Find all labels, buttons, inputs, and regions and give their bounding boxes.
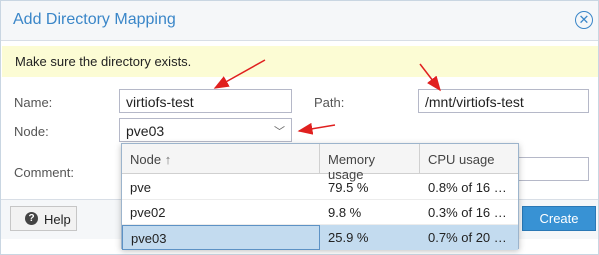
table-row[interactable]: pve 79.5 % 0.8% of 16 … [122, 175, 518, 200]
add-directory-mapping-dialog: Add Directory Mapping ✕ Make sure the di… [0, 0, 599, 255]
column-header-node-label: Node [130, 152, 162, 167]
column-header-memory[interactable]: Memory usage [320, 144, 420, 182]
column-header-node[interactable]: Node ↑ [122, 144, 320, 174]
row-node: pve02 [130, 205, 166, 220]
question-icon: ? [25, 212, 38, 225]
comment-label: Comment: [14, 165, 74, 180]
chevron-down-icon[interactable]: ﹀ [274, 123, 285, 139]
node-select[interactable]: pve03 ﹀ [119, 118, 292, 142]
table-row[interactable]: pve02 9.8 % 0.3% of 16 … [122, 200, 518, 225]
table-row[interactable]: pve03 25.9 % 0.7% of 20 … [122, 225, 518, 250]
name-field[interactable]: virtiofs-test [119, 89, 292, 113]
row-node: pve03 [122, 225, 320, 250]
grid-header: Node ↑ Memory usage CPU usage [122, 144, 518, 182]
notice-text: Make sure the directory exists. [15, 54, 192, 69]
comment-field[interactable] [519, 157, 589, 181]
path-field-value: /mnt/virtiofs-test [425, 94, 524, 110]
row-memory: 9.8 % [328, 205, 362, 220]
path-label: Path: [314, 95, 345, 110]
name-label: Name: [14, 95, 53, 110]
row-cpu: 0.3% of 16 … [428, 205, 507, 220]
node-label: Node: [14, 124, 49, 139]
row-memory: 79.5 % [328, 180, 369, 195]
row-cpu: 0.7% of 20 … [428, 230, 507, 245]
dialog-titlebar: Add Directory Mapping ✕ [1, 1, 598, 41]
create-button[interactable]: Create [522, 206, 596, 231]
help-button[interactable]: ? Help [10, 206, 77, 231]
node-dropdown-grid: Node ↑ Memory usage CPU usage pve 79.5 %… [121, 143, 519, 250]
help-button-label: Help [44, 212, 71, 227]
column-header-cpu-label: CPU usage [428, 152, 495, 167]
name-field-value: virtiofs-test [126, 94, 194, 110]
column-header-cpu[interactable]: CPU usage [420, 144, 518, 174]
node-select-value: pve03 [126, 123, 165, 139]
notice-banner: Make sure the directory exists. [2, 46, 598, 77]
dialog-title: Add Directory Mapping [13, 11, 176, 28]
sort-arrow-up-icon: ↑ [164, 152, 172, 167]
path-field[interactable]: /mnt/virtiofs-test [418, 89, 589, 113]
row-node: pve [130, 180, 151, 195]
row-memory: 25.9 % [328, 230, 369, 245]
row-cpu: 0.8% of 16 … [428, 180, 507, 195]
close-icon[interactable]: ✕ [575, 11, 593, 29]
